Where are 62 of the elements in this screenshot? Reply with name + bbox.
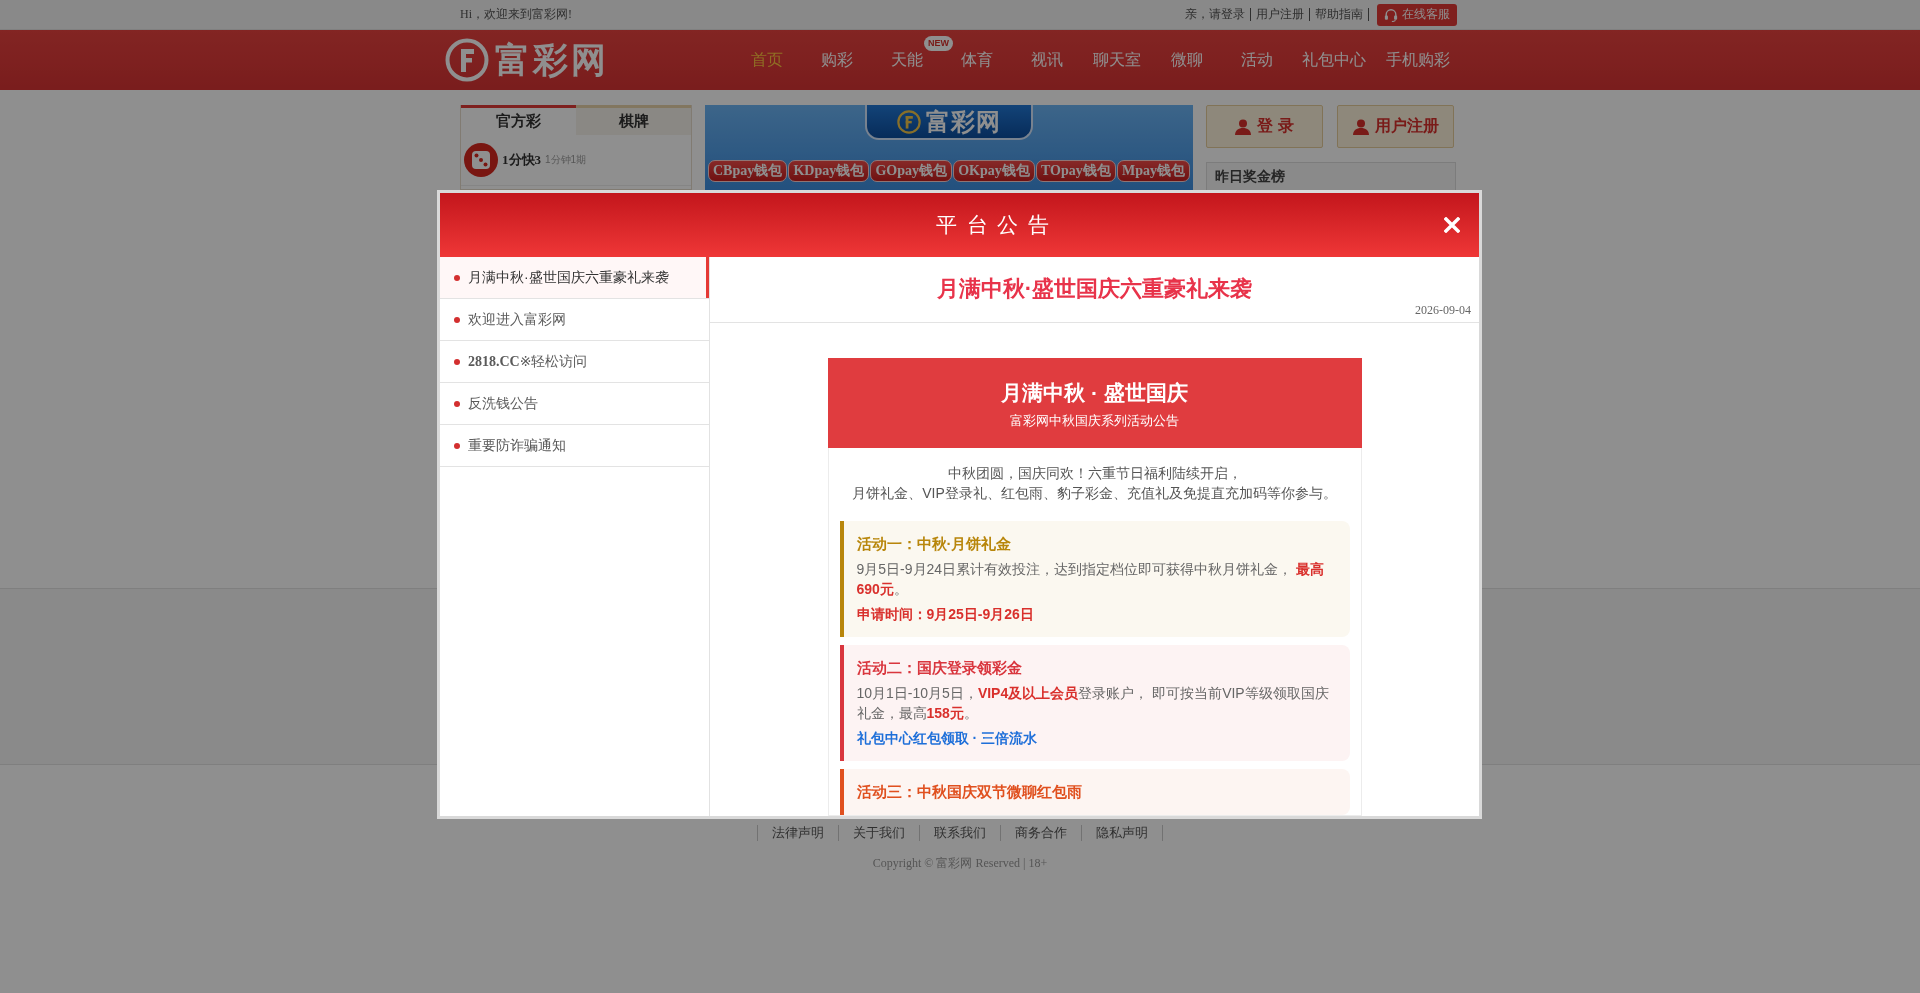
register-button[interactable]: 用户注册 bbox=[1337, 105, 1454, 148]
article-title: 月满中秋·盛世国庆六重豪礼来袭 bbox=[935, 275, 1254, 303]
top-link[interactable]: 亲，请登录 bbox=[1180, 8, 1251, 21]
wallet-label: OKpay钱包 bbox=[953, 160, 1035, 182]
person-icon bbox=[1352, 118, 1369, 135]
top-link[interactable]: 帮助指南 bbox=[1310, 8, 1369, 21]
logo-mark-icon bbox=[897, 109, 921, 134]
intro-text: 中秋团圆，国庆同欢！六重节日福利陆续开启， bbox=[946, 464, 1243, 483]
nav-link[interactable]: 首页 bbox=[751, 30, 783, 90]
bullet-icon bbox=[454, 316, 460, 323]
category-tab[interactable]: 棋牌 bbox=[576, 105, 691, 135]
banner-logo-text: 富彩网 bbox=[926, 106, 1001, 137]
nav-link[interactable]: 购彩 bbox=[821, 30, 853, 90]
activity-description: 9月5日-9月24日累计有效投注，达到指定档位即可获得中秋月饼礼金， 最高690元。 bbox=[856, 560, 1325, 599]
nav-link[interactable]: 体育 bbox=[961, 30, 993, 90]
nav-link[interactable]: 活动 bbox=[1241, 30, 1273, 90]
activity-title: 活动一：中秋·月饼礼金 bbox=[856, 534, 1013, 554]
wallet-label: GOpay钱包 bbox=[870, 160, 952, 182]
logo-mark-icon bbox=[445, 38, 489, 82]
footer-link[interactable]: 法律声明 bbox=[757, 825, 839, 841]
bullet-icon bbox=[454, 358, 460, 365]
activity-title: 活动二：国庆登录领彩金 bbox=[856, 658, 1023, 678]
site-logo[interactable]: 富彩网 bbox=[445, 36, 609, 84]
top-link[interactable]: 用户注册 bbox=[1251, 8, 1310, 21]
activity-note: 礼包中心红包领取 · 三倍流水 bbox=[856, 729, 1038, 748]
welcome-text: Hi，欢迎来到富彩网! bbox=[460, 6, 572, 23]
dialog-title: 平 台 公 告 bbox=[935, 212, 1052, 238]
nav-link[interactable]: 视讯 bbox=[1031, 30, 1063, 90]
footer-link[interactable]: 联系我们 bbox=[920, 825, 1001, 841]
person-icon bbox=[1235, 118, 1252, 135]
bullet-icon bbox=[454, 274, 460, 281]
bullet-icon bbox=[454, 400, 460, 407]
nav-link[interactable]: 聊天室 bbox=[1093, 30, 1141, 90]
close-icon bbox=[1444, 217, 1460, 233]
wallet-label: TOpay钱包 bbox=[1036, 160, 1116, 182]
login-button[interactable]: 登 录 bbox=[1206, 105, 1323, 148]
footer-link[interactable]: 隐私声明 bbox=[1082, 825, 1163, 841]
footer-link[interactable]: 商务合作 bbox=[1001, 825, 1082, 841]
wallet-label: Mpay钱包 bbox=[1116, 160, 1190, 182]
activity-description: 10月1日-10月5日，VIP4及以上会员登录账户， 即可按当前VIP等级领取国庆礼金，最高158元。 bbox=[856, 684, 1330, 723]
service-button[interactable]: 在线客服 bbox=[1377, 3, 1457, 26]
card-title: 月满中秋 · 盛世国庆 bbox=[1001, 380, 1188, 406]
footer-link[interactable]: 关于我们 bbox=[839, 825, 920, 841]
intro-text: 月饼礼金、VIP登录礼、红包雨、豹子彩金、充值礼及免提直充加码等你参与。 bbox=[851, 484, 1338, 503]
nav-link[interactable]: 微聊 bbox=[1171, 30, 1203, 90]
apply-time-text: 申请时间：9月25日-9月26日 bbox=[856, 605, 1035, 624]
wallet-label: KDpay钱包 bbox=[788, 160, 870, 182]
nav-link[interactable]: 手机购彩 bbox=[1386, 30, 1450, 90]
ranking-title: 昨日奖金榜 bbox=[1215, 168, 1285, 186]
wallet-label: CBpay钱包 bbox=[708, 160, 788, 182]
article-date: 2026-09-04 bbox=[1415, 303, 1471, 317]
nav-link[interactable]: 礼包中心 bbox=[1302, 30, 1366, 90]
notice-item[interactable]: 月满中秋·盛世国庆六重豪礼来袭 bbox=[440, 257, 709, 299]
new-badge: NEW bbox=[924, 36, 953, 51]
activity-title: 活动三：中秋国庆双节微聊红包雨 bbox=[856, 782, 1083, 802]
dice-icon bbox=[464, 143, 498, 177]
headset-icon bbox=[1384, 7, 1398, 22]
card-subtitle: 富彩网中秋国庆系列活动公告 bbox=[1010, 412, 1179, 430]
nav-link[interactable]: 天能 bbox=[891, 30, 923, 90]
game-name[interactable]: 1分快3 bbox=[502, 151, 541, 169]
close-button[interactable] bbox=[1444, 217, 1460, 233]
bullet-icon bbox=[454, 442, 460, 449]
